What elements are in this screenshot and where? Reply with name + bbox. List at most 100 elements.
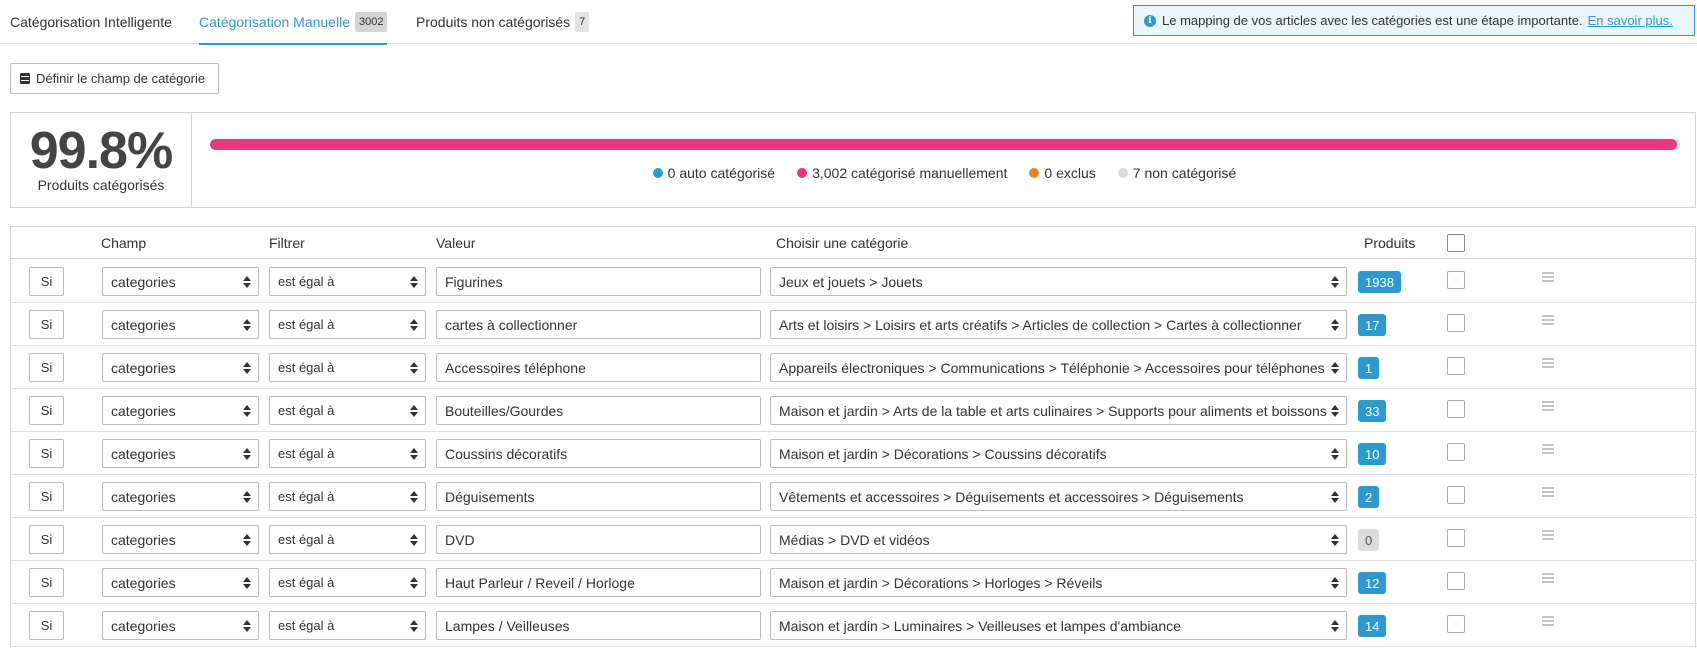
value-input-text: Déguisements [445, 488, 535, 505]
condition-si-button[interactable]: Si [29, 568, 64, 597]
field-select[interactable]: categories [102, 611, 259, 640]
tab-uncategorized-products[interactable]: Produits non catégorisés 7 [416, 0, 590, 44]
category-select[interactable]: Jeux et jouets > Jouets [770, 267, 1347, 296]
info-banner: i Le mapping de vos articles avec les ca… [1133, 5, 1695, 36]
row-checkbox[interactable] [1447, 400, 1465, 418]
legend-uncategorized: 7 non catégorisé [1117, 165, 1237, 181]
drag-handle-icon[interactable] [1542, 487, 1554, 497]
row-checkbox[interactable] [1447, 314, 1465, 332]
field-select[interactable]: categories [102, 525, 259, 554]
tab-smart-categorization[interactable]: Catégorisation Intelligente [10, 0, 172, 44]
product-count-badge[interactable]: 10 [1358, 443, 1387, 465]
category-select[interactable]: Médias > DVD et vidéos [770, 525, 1347, 554]
condition-si-button[interactable]: Si [29, 310, 64, 339]
drag-handle-icon[interactable] [1542, 401, 1554, 411]
value-input[interactable]: Lampes / Veilleuses [436, 611, 761, 640]
category-select[interactable]: Maison et jardin > Luminaires > Veilleus… [770, 611, 1347, 640]
value-input-text: DVD [445, 531, 475, 548]
product-count-badge[interactable]: 14 [1358, 615, 1387, 637]
product-count: 14 [1365, 618, 1380, 634]
field-select[interactable]: categories [102, 267, 259, 296]
filter-select[interactable]: est égal à [269, 568, 426, 597]
tab-label: Catégorisation Manuelle [199, 13, 350, 30]
category-select[interactable]: Maison et jardin > Arts de la table et a… [770, 396, 1347, 425]
row-checkbox[interactable] [1447, 271, 1465, 289]
header-categorie: Choisir une catégorie [776, 235, 909, 251]
row-checkbox[interactable] [1447, 357, 1465, 375]
info-text: Le mapping de vos articles avec les caté… [1162, 13, 1583, 28]
drag-handle-icon[interactable] [1542, 315, 1554, 325]
category-select[interactable]: Arts et loisirs > Loisirs et arts créati… [770, 310, 1347, 339]
value-input[interactable]: cartes à collectionner [436, 310, 761, 339]
value-input[interactable]: Coussins décoratifs [436, 439, 761, 468]
condition-si-button[interactable]: Si [29, 353, 64, 382]
category-select-value: Jeux et jouets > Jouets [779, 273, 923, 290]
drag-handle-icon[interactable] [1542, 272, 1554, 282]
row-checkbox[interactable] [1447, 529, 1465, 547]
product-count-badge[interactable]: 17 [1358, 314, 1387, 336]
legend-excluded: 0 exclus [1029, 165, 1096, 181]
category-select[interactable]: Vêtements et accessoires > Déguisements … [770, 482, 1347, 511]
filter-select[interactable]: est égal à [269, 310, 426, 339]
row-checkbox[interactable] [1447, 615, 1465, 633]
select-all-checkbox[interactable] [1447, 234, 1465, 252]
field-select[interactable]: categories [102, 439, 259, 468]
product-count-badge[interactable]: 12 [1358, 572, 1387, 594]
row-checkbox[interactable] [1447, 443, 1465, 461]
filter-select[interactable]: est égal à [269, 439, 426, 468]
value-input[interactable]: Bouteilles/Gourdes [436, 396, 761, 425]
product-count-badge[interactable]: 1938 [1358, 271, 1401, 293]
categorization-stats: 99.8% Produits catégorisés 0 auto catégo… [10, 112, 1696, 208]
condition-si-button[interactable]: Si [29, 482, 64, 511]
si-label: Si [40, 446, 53, 461]
filter-select[interactable]: est égal à [269, 525, 426, 554]
condition-si-button[interactable]: Si [29, 396, 64, 425]
table-row: Si categories est égal à Haut Parleur / Rev… [11, 561, 1697, 604]
drag-handle-icon[interactable] [1542, 530, 1554, 540]
drag-handle-icon[interactable] [1542, 358, 1554, 368]
field-select[interactable]: categories [102, 568, 259, 597]
field-select[interactable]: categories [102, 482, 259, 511]
product-count-badge[interactable]: 1 [1358, 357, 1380, 379]
field-select[interactable]: categories [102, 310, 259, 339]
filter-select[interactable]: est égal à [269, 482, 426, 511]
stats-legend: 0 auto catégorisé 3,002 catégorisé manue… [11, 165, 1697, 181]
value-input[interactable]: Déguisements [436, 482, 761, 511]
condition-si-button[interactable]: Si [29, 439, 64, 468]
product-count: 0 [1365, 532, 1373, 548]
category-select[interactable]: Maison et jardin > Décorations > Horloge… [770, 568, 1347, 597]
row-checkbox[interactable] [1447, 572, 1465, 590]
drag-handle-icon[interactable] [1542, 573, 1554, 583]
condition-si-button[interactable]: Si [29, 267, 64, 296]
value-input[interactable]: DVD [436, 525, 761, 554]
table-row: Si categories est égal à DVD Médias > DVD et… [11, 518, 1697, 561]
filter-select[interactable]: est égal à [269, 353, 426, 382]
product-count-badge[interactable]: 2 [1358, 486, 1380, 508]
filter-select-value: est égal à [278, 360, 335, 375]
filter-select[interactable]: est égal à [269, 267, 426, 296]
value-input[interactable]: Figurines [436, 267, 761, 296]
category-select[interactable]: Maison et jardin > Décorations > Coussin… [770, 439, 1347, 468]
select-arrows-icon [243, 362, 251, 374]
filter-select[interactable]: est égal à [269, 611, 426, 640]
row-checkbox[interactable] [1447, 486, 1465, 504]
tab-manual-categorization[interactable]: Catégorisation Manuelle 3002 [199, 0, 388, 45]
field-select[interactable]: categories [102, 396, 259, 425]
define-category-field-button[interactable]: Définir le champ de catégorie [10, 63, 219, 94]
value-input[interactable]: Haut Parleur / Reveil / Horloge [436, 568, 761, 597]
select-arrows-icon [243, 405, 251, 417]
drag-handle-icon[interactable] [1542, 616, 1554, 626]
drag-handle-icon[interactable] [1542, 444, 1554, 454]
filter-select[interactable]: est égal à [269, 396, 426, 425]
product-count-badge[interactable]: 33 [1358, 400, 1387, 422]
product-count-badge[interactable]: 0 [1358, 529, 1380, 551]
condition-si-button[interactable]: Si [29, 525, 64, 554]
value-input[interactable]: Accessoires téléphone [436, 353, 761, 382]
product-count: 33 [1365, 403, 1380, 419]
legend-text: 7 non catégorisé [1132, 165, 1237, 181]
field-select-value: categories [111, 488, 176, 505]
field-select[interactable]: categories [102, 353, 259, 382]
category-select[interactable]: Appareils électroniques > Communications… [770, 353, 1347, 382]
condition-si-button[interactable]: Si [29, 611, 64, 640]
learn-more-link[interactable]: En savoir plus. [1588, 13, 1673, 28]
